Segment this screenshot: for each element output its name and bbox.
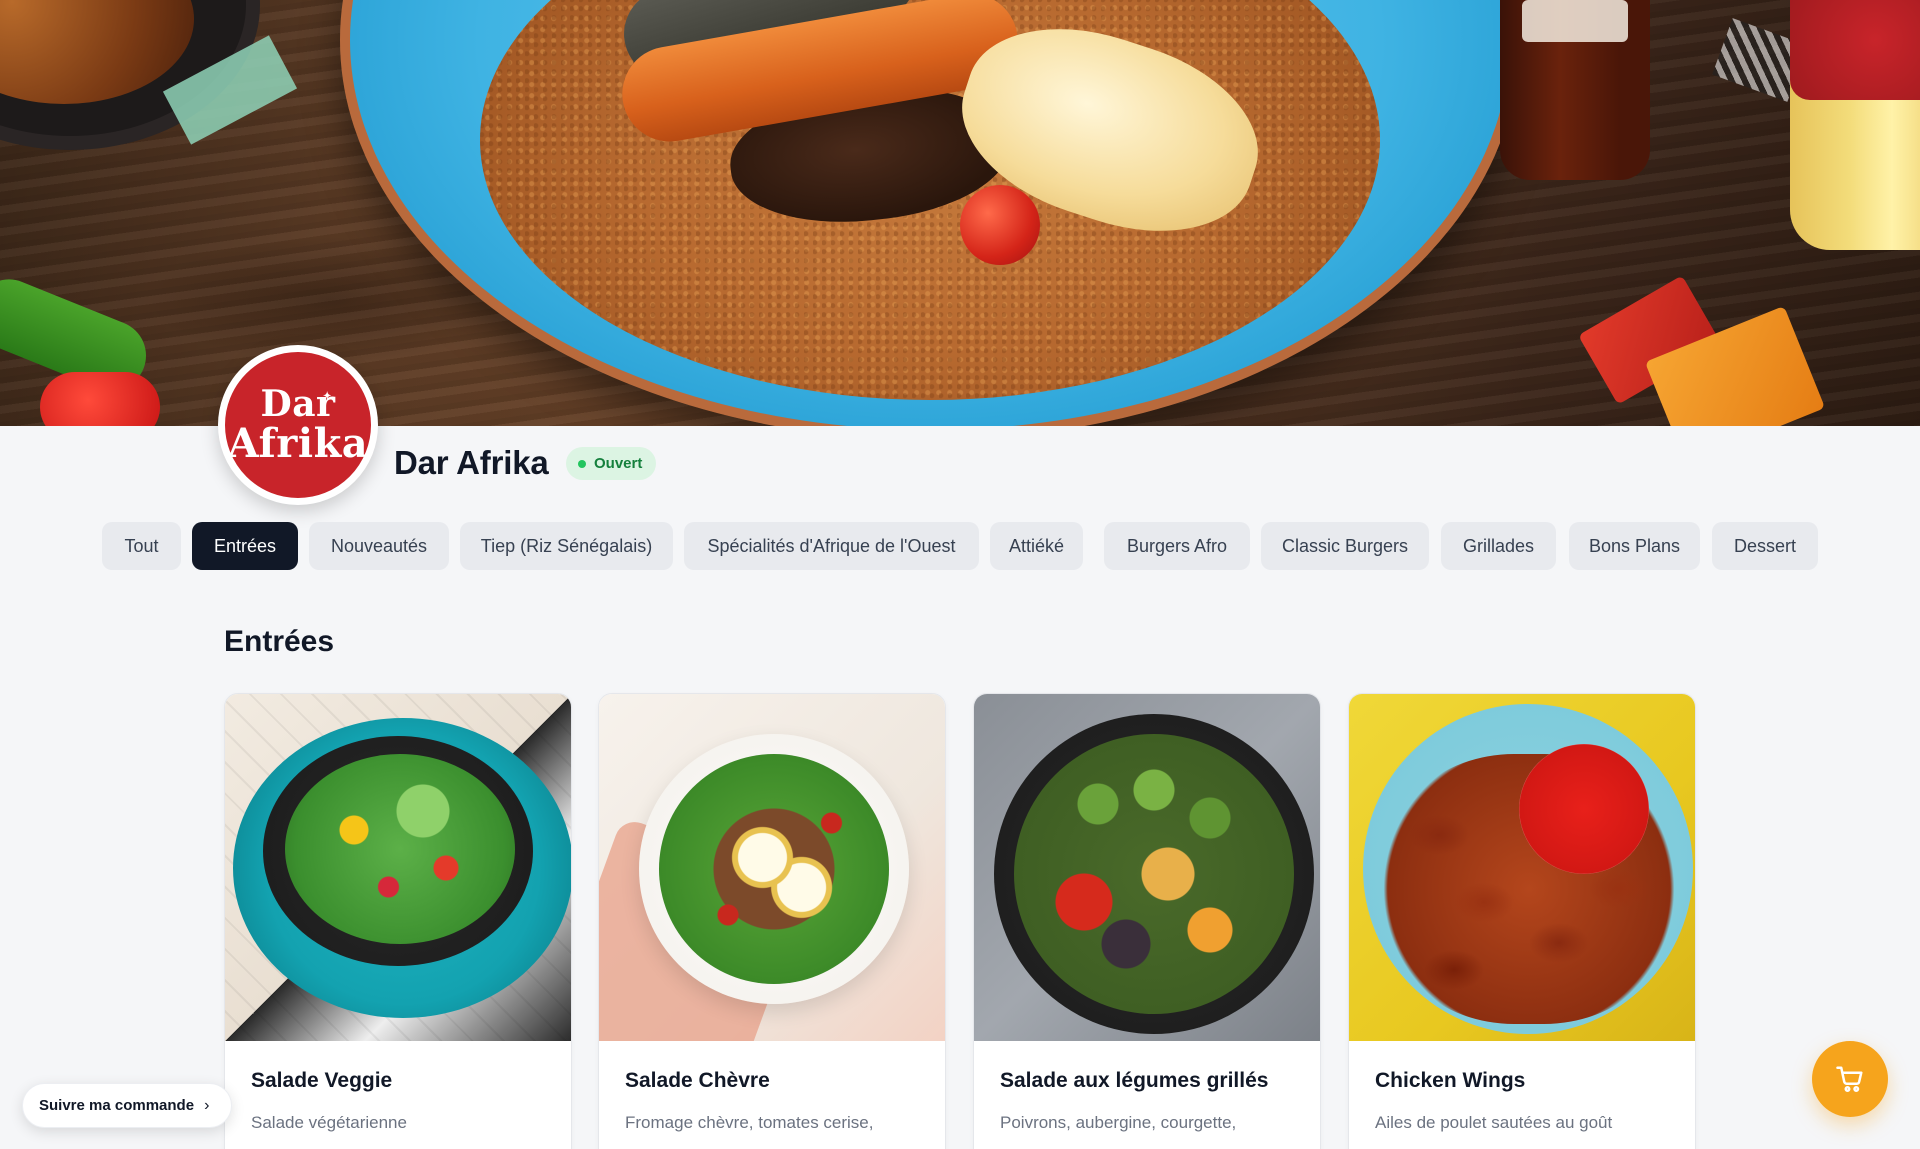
tab-burgers-afro[interactable]: Burgers Afro <box>1104 522 1250 570</box>
product-card[interactable]: Salade Chèvre Fromage chèvre, tomates ce… <box>598 693 946 1149</box>
tab-dessert[interactable]: Dessert <box>1712 522 1818 570</box>
tab-bons-plans[interactable]: Bons Plans <box>1569 522 1700 570</box>
section-title: Entrées <box>224 625 335 658</box>
restaurant-name: Dar Afrika <box>394 444 549 481</box>
tab-classic-burgers[interactable]: Classic Burgers <box>1261 522 1429 570</box>
product-card[interactable]: Chicken Wings Ailes de poulet sautées au… <box>1348 693 1696 1149</box>
cart-button[interactable] <box>1812 1041 1888 1117</box>
restaurant-page: ✦ Dar Afrika Dar Afrika Ouvert Tout Entr… <box>0 0 1920 1149</box>
product-card[interactable]: Salade Veggie Salade végétarienne <box>224 693 572 1149</box>
product-description: Salade végétarienne <box>251 1113 407 1132</box>
tab-grillades[interactable]: Grillades <box>1441 522 1556 570</box>
tab-nouveautes[interactable]: Nouveautés <box>309 522 449 570</box>
restaurant-logo: ✦ Dar Afrika <box>218 345 378 505</box>
status-label: Ouvert <box>594 455 643 472</box>
product-description: Poivrons, aubergine, courgette, <box>1000 1113 1237 1132</box>
tab-tiep[interactable]: Tiep (Riz Sénégalais) <box>460 522 673 570</box>
logo-text-line2: Afrika <box>227 420 369 467</box>
chevron-right-icon: › <box>204 1096 210 1114</box>
product-image-salade-veggie <box>225 694 571 1041</box>
product-image-salade-chevre <box>599 694 945 1041</box>
tab-specialites[interactable]: Spécialités d'Afrique de l'Ouest <box>684 522 979 570</box>
product-name: Chicken Wings <box>1375 1069 1526 1092</box>
product-image-salade-legumes-grilles <box>974 694 1320 1041</box>
status-badge: Ouvert <box>566 447 657 480</box>
status-dot-icon <box>578 459 586 468</box>
tab-tout[interactable]: Tout <box>102 522 181 570</box>
product-image-chicken-wings <box>1349 694 1695 1041</box>
tab-entrees[interactable]: Entrées <box>192 522 298 570</box>
product-card[interactable]: Salade aux légumes grillés Poivrons, aub… <box>973 693 1321 1149</box>
track-order-label: Suivre ma commande <box>39 1097 195 1114</box>
product-name: Salade Veggie <box>251 1069 393 1092</box>
product-description: Fromage chèvre, tomates cerise, <box>625 1113 874 1132</box>
category-tabs: Tout Entrées Nouveautés Tiep (Riz Sénéga… <box>0 522 1920 570</box>
cart-icon <box>1836 1066 1863 1093</box>
tab-attieke[interactable]: Attiéké <box>990 522 1083 570</box>
product-name: Salade Chèvre <box>625 1069 770 1092</box>
track-order-button[interactable]: Suivre ma commande › <box>22 1083 232 1128</box>
product-description: Ailes de poulet sautées au goût <box>1375 1113 1613 1132</box>
product-name: Salade aux légumes grillés <box>1000 1069 1269 1092</box>
